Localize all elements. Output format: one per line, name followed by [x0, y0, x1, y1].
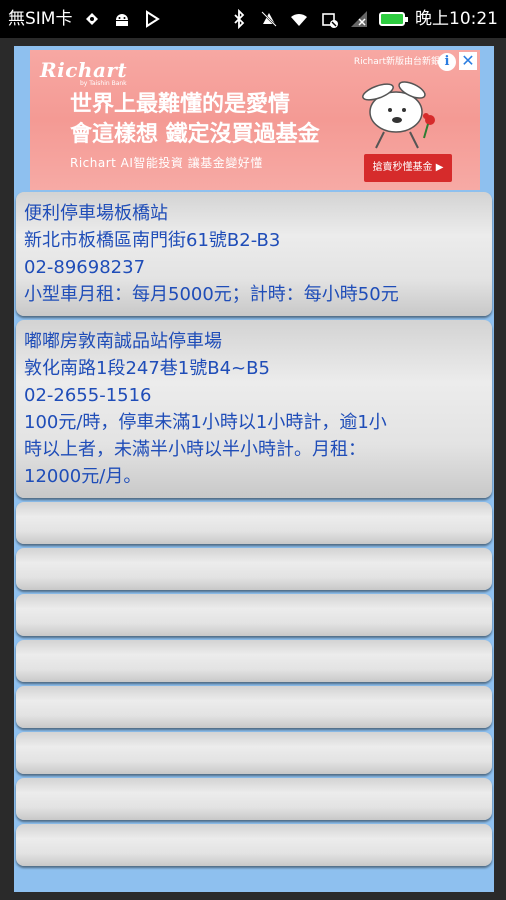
- parking-list: 便利停車場板橋站 新北市板橋區南門街61號B2-B3 02-89698237 小…: [16, 192, 492, 870]
- parking-name: 便利停車場板橋站: [24, 203, 168, 224]
- parking-details: 小型車月租：每月5000元；計時：每小時50元: [24, 284, 399, 305]
- list-item[interactable]: 便利停車場板橋站 新北市板橋區南門街61號B2-B3 02-89698237 小…: [16, 192, 492, 316]
- ad-close-icon[interactable]: ✕: [459, 52, 477, 70]
- ad-tagline: Richart AI智能投資 讓基金變好懂: [70, 156, 263, 170]
- app-screen: Richart by Taishin Bank Richart新版由台新銀 i …: [14, 46, 494, 892]
- empty-list-item[interactable]: [16, 548, 492, 590]
- carrier-label: 無SIM卡: [8, 9, 73, 29]
- parking-name: 嘟嘟房敦南誠品站停車場: [24, 331, 222, 352]
- ad-brand-logo: Richart: [40, 58, 128, 82]
- status-right: 晚上10:21: [229, 8, 498, 30]
- empty-list-item[interactable]: [16, 686, 492, 728]
- ad-cta-button[interactable]: 搶賣秒懂基金 ▶: [364, 154, 452, 182]
- empty-list-item[interactable]: [16, 594, 492, 636]
- play-store-icon: [146, 10, 161, 28]
- android-icon: [116, 14, 129, 26]
- empty-rows-container: [16, 502, 492, 866]
- ad-headline-line1: 世界上最難懂的是愛情: [70, 92, 291, 117]
- parking-details-line: 12000元/月。: [24, 466, 142, 487]
- ad-corner-text: Richart新版由台新銀: [353, 57, 440, 67]
- empty-list-item[interactable]: [16, 824, 492, 866]
- empty-list-item[interactable]: [16, 732, 492, 774]
- ad-brand-sub: by Taishin Bank: [80, 80, 127, 87]
- ad-headline-line2: 會這樣想 鐵定沒買過基金: [70, 122, 320, 147]
- empty-list-item[interactable]: [16, 640, 492, 682]
- list-item[interactable]: 嘟嘟房敦南誠品站停車場 敦化南路1段247巷1號B4~B5 02-2655-15…: [16, 320, 492, 498]
- ad-headline: 世界上最難懂的是愛情 會這樣想 鐵定沒買過基金: [70, 90, 320, 150]
- parking-details-line: 時以上者，未滿半小時以半小時計。月租：: [24, 439, 366, 460]
- usb-debug-icon: [86, 13, 99, 25]
- parking-address: 敦化南路1段247巷1號B4~B5: [24, 358, 270, 379]
- status-bar: 無SIM卡 晚上10:21: [0, 0, 506, 38]
- empty-list-item[interactable]: [16, 778, 492, 820]
- parking-address: 新北市板橋區南門街61號B2-B3: [24, 230, 281, 251]
- ad-info-icon[interactable]: i: [438, 53, 456, 71]
- ad-mascot-illustration: [362, 81, 435, 149]
- bluetooth-icon: [234, 9, 245, 29]
- status-left: 無SIM卡: [8, 8, 162, 30]
- clock: 晚上10:21: [415, 9, 498, 29]
- parking-details-line: 100元/時，停車未滿1小時以1小時計，逾1小: [24, 412, 387, 433]
- parking-phone: 02-89698237: [24, 257, 146, 278]
- battery-icon: [379, 12, 408, 26]
- mute-icon: [261, 11, 277, 27]
- empty-list-item[interactable]: [16, 502, 492, 544]
- no-sim-icon: [322, 13, 338, 28]
- signal-icon: [351, 11, 367, 27]
- ad-banner[interactable]: Richart by Taishin Bank Richart新版由台新銀 i …: [30, 50, 480, 190]
- wifi-icon: [291, 13, 307, 26]
- parking-phone: 02-2655-1516: [24, 385, 152, 406]
